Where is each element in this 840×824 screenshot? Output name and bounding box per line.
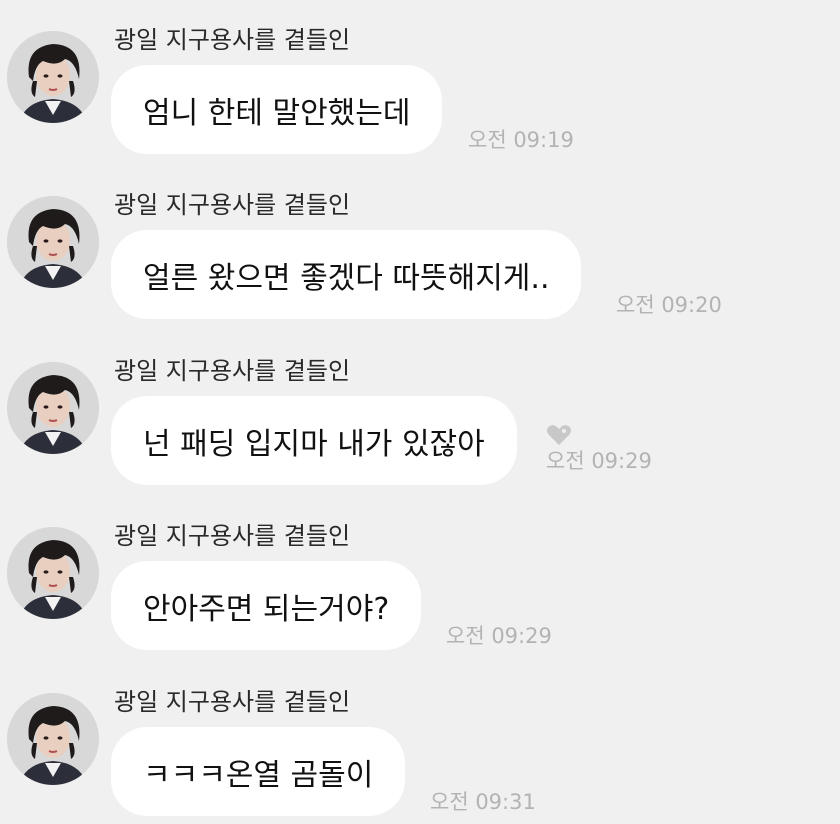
avatar[interactable] bbox=[7, 362, 99, 454]
sender-name: 광일 지구용사를 곁들인 bbox=[114, 357, 351, 385]
avatar-image bbox=[7, 527, 99, 619]
avatar-image bbox=[7, 362, 99, 454]
message-row: 광일 지구용사를 곁들인 안아주면 되는거야? 오전 09:29 bbox=[0, 496, 840, 661]
avatar-image bbox=[7, 196, 99, 288]
message-meta: 오전 09:29 bbox=[546, 424, 652, 474]
chat-window: 광일 지구용사를 곁들인 엄니 한테 말안했는데 오전 09:19 광일 지구용… bbox=[0, 0, 840, 824]
message-bubble[interactable]: 넌 패딩 입지마 내가 있잖아 bbox=[111, 396, 517, 485]
message-time: 오전 09:31 bbox=[430, 790, 536, 814]
heart-icon[interactable] bbox=[546, 424, 572, 446]
message-row: 광일 지구용사를 곁들인 ㅋㅋㅋ온열 곰돌이 오전 09:31 bbox=[0, 662, 840, 824]
avatar[interactable] bbox=[7, 196, 99, 288]
message-row: 광일 지구용사를 곁들인 넌 패딩 입지마 내가 있잖아 오전 09:29 bbox=[0, 331, 840, 496]
avatar[interactable] bbox=[7, 693, 99, 785]
message-meta: 오전 09:31 bbox=[430, 789, 536, 815]
sender-name: 광일 지구용사를 곁들인 bbox=[114, 191, 351, 219]
message-meta: 오전 09:20 bbox=[616, 292, 722, 318]
message-time: 오전 09:29 bbox=[546, 449, 652, 473]
message-time: 오전 09:29 bbox=[446, 624, 552, 648]
message-bubble[interactable]: 안아주면 되는거야? bbox=[111, 561, 422, 650]
message-meta: 오전 09:19 bbox=[468, 127, 574, 153]
sender-name: 광일 지구용사를 곁들인 bbox=[114, 26, 351, 54]
message-time: 오전 09:20 bbox=[616, 293, 722, 317]
message-time: 오전 09:19 bbox=[468, 128, 574, 152]
message-meta: 오전 09:29 bbox=[446, 623, 552, 649]
message-row: 광일 지구용사를 곁들인 엄니 한테 말안했는데 오전 09:19 bbox=[0, 0, 840, 165]
sender-name: 광일 지구용사를 곁들인 bbox=[114, 522, 351, 550]
message-row: 광일 지구용사를 곁들인 얼른 왔으면 좋겠다 따뜻해지게.. 오전 09:20 bbox=[0, 165, 840, 330]
sender-name: 광일 지구용사를 곁들인 bbox=[114, 688, 351, 716]
message-bubble[interactable]: 얼른 왔으면 좋겠다 따뜻해지게.. bbox=[111, 230, 582, 319]
message-bubble[interactable]: ㅋㅋㅋ온열 곰돌이 bbox=[111, 727, 406, 816]
avatar-image bbox=[7, 693, 99, 785]
avatar[interactable] bbox=[7, 31, 99, 123]
message-bubble[interactable]: 엄니 한테 말안했는데 bbox=[111, 65, 443, 154]
avatar-image bbox=[7, 31, 99, 123]
avatar[interactable] bbox=[7, 527, 99, 619]
